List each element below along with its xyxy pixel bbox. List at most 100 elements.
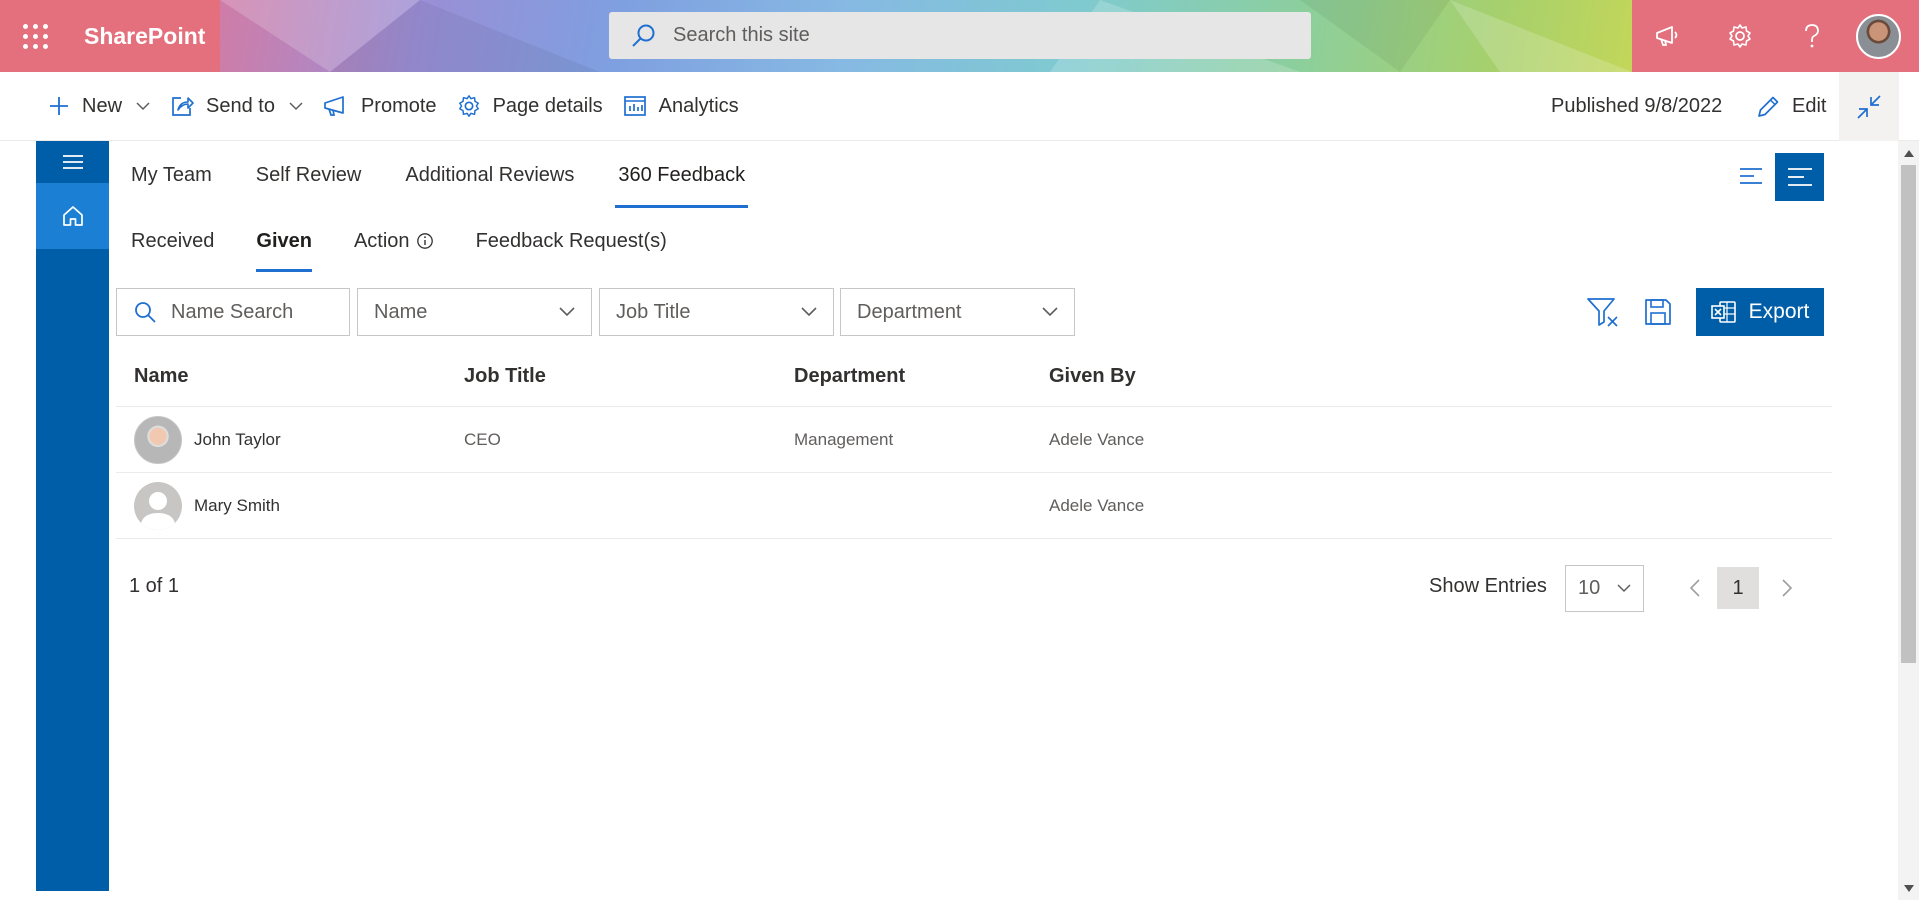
column-header-name[interactable]: Name bbox=[116, 365, 446, 388]
scroll-up-button[interactable] bbox=[1898, 141, 1919, 165]
main-tabs: My Team Self Review Additional Reviews 3… bbox=[131, 158, 789, 208]
person-photo-avatar bbox=[134, 415, 182, 464]
analytics-button[interactable]: Analytics bbox=[613, 72, 749, 141]
clear-filter-icon bbox=[1587, 298, 1618, 327]
export-button[interactable]: Export bbox=[1696, 288, 1824, 336]
cell-given-by: Adele Vance bbox=[1049, 429, 1145, 449]
collapse-content-button[interactable] bbox=[1839, 72, 1899, 141]
cell-given-by: Adele Vance bbox=[1049, 495, 1145, 515]
previous-page-button[interactable] bbox=[1675, 567, 1715, 609]
tab-additional-reviews[interactable]: Additional Reviews bbox=[405, 158, 574, 208]
column-header-given-by[interactable]: Given By bbox=[1031, 365, 1331, 388]
home-nav-button[interactable] bbox=[36, 183, 109, 249]
column-header-job-title[interactable]: Job Title bbox=[446, 365, 776, 388]
save-view-button[interactable] bbox=[1639, 293, 1677, 331]
pencil-icon bbox=[1758, 96, 1779, 117]
column-header-department[interactable]: Department bbox=[776, 365, 1031, 388]
show-entries-label: Show Entries bbox=[1429, 575, 1547, 597]
new-label: New bbox=[82, 94, 123, 117]
subtab-action-label: Action bbox=[353, 230, 410, 252]
person-name: John Taylor bbox=[194, 429, 281, 449]
generic-person-icon bbox=[134, 481, 182, 530]
tab-360-feedback[interactable]: 360 Feedback bbox=[615, 158, 748, 208]
scroll-thumb[interactable] bbox=[1901, 165, 1916, 663]
tab-my-team[interactable]: My Team bbox=[131, 158, 212, 208]
table-header: Name Job Title Department Given By bbox=[116, 347, 1832, 407]
feedback-given-table: Name Job Title Department Given By John … bbox=[116, 347, 1832, 539]
share-icon bbox=[172, 97, 194, 116]
subtab-feedback-requests-label: Feedback Request(s) bbox=[475, 230, 667, 252]
vertical-scrollbar[interactable] bbox=[1898, 141, 1919, 900]
clear-filters-button[interactable] bbox=[1584, 293, 1622, 331]
chevron-down-icon bbox=[1617, 584, 1631, 593]
plus-icon bbox=[50, 97, 68, 115]
align-left-icon bbox=[1787, 168, 1812, 186]
megaphone-button[interactable] bbox=[1632, 0, 1704, 72]
hamburger-icon bbox=[62, 155, 83, 169]
page-details-label: Page details bbox=[492, 94, 603, 117]
job-title-dropdown[interactable]: Job Title bbox=[599, 288, 834, 336]
search-icon bbox=[135, 302, 156, 323]
user-avatar-button[interactable] bbox=[1856, 13, 1901, 59]
subtab-feedback-requests[interactable]: Feedback Request(s) bbox=[476, 224, 667, 272]
tab-self-review[interactable]: Self Review bbox=[256, 158, 362, 208]
cell-department: Management bbox=[794, 429, 894, 449]
scroll-down-button[interactable] bbox=[1898, 876, 1919, 900]
caret-up-icon bbox=[1903, 149, 1914, 157]
excel-icon bbox=[1710, 301, 1736, 323]
page-details-button[interactable]: Page details bbox=[447, 72, 613, 141]
list-view-button[interactable] bbox=[1735, 153, 1767, 199]
table-row[interactable]: John Taylor CEO Management Adele Vance bbox=[116, 407, 1832, 473]
subtab-given-label: Given bbox=[256, 230, 312, 252]
new-button[interactable]: New bbox=[38, 72, 160, 141]
published-status: Published 9/8/2022 bbox=[1551, 95, 1723, 117]
name-search-box bbox=[116, 288, 350, 336]
subtab-given[interactable]: Given bbox=[256, 224, 312, 272]
app-left-rail bbox=[36, 141, 109, 891]
app-launcher-button[interactable] bbox=[0, 0, 70, 72]
chevron-down-icon bbox=[1042, 307, 1058, 317]
entries-per-page-value: 10 bbox=[1578, 577, 1601, 599]
site-search-placeholder: Search this site bbox=[673, 24, 810, 46]
edit-button[interactable]: Edit bbox=[1756, 72, 1826, 141]
site-search-box[interactable]: Search this site bbox=[609, 12, 1311, 59]
megaphone-icon bbox=[1656, 26, 1678, 46]
waffle-icon bbox=[22, 23, 48, 49]
promote-button[interactable]: Promote bbox=[313, 72, 447, 141]
next-page-button[interactable] bbox=[1767, 567, 1807, 609]
feedback-subtabs: Received Given Action Feedback Request(s… bbox=[131, 224, 709, 274]
question-mark-icon bbox=[1805, 24, 1819, 48]
search-icon bbox=[632, 24, 655, 47]
collapse-arrows-icon bbox=[1857, 94, 1881, 119]
gear-icon bbox=[458, 95, 479, 117]
subtab-received[interactable]: Received bbox=[131, 224, 214, 272]
subtab-action[interactable]: Action bbox=[354, 224, 434, 272]
table-row[interactable]: Mary Smith Adele Vance bbox=[116, 473, 1832, 539]
settings-button[interactable] bbox=[1704, 0, 1776, 72]
name-dropdown[interactable]: Name bbox=[357, 288, 592, 336]
info-icon bbox=[416, 233, 433, 249]
details-view-button[interactable] bbox=[1775, 153, 1824, 201]
suite-bar: SharePoint Search this site bbox=[0, 0, 1919, 72]
cell-job-title: CEO bbox=[464, 429, 501, 449]
name-dropdown-value: Name bbox=[374, 300, 428, 323]
align-left-icon bbox=[1740, 168, 1762, 184]
megaphone-icon bbox=[324, 96, 344, 116]
promote-label: Promote bbox=[360, 94, 437, 117]
person-name: Mary Smith bbox=[194, 495, 280, 515]
cell-name: Mary Smith bbox=[116, 481, 446, 530]
send-to-button[interactable]: Send to bbox=[160, 72, 313, 141]
sharepoint-brand-link[interactable]: SharePoint bbox=[70, 0, 220, 72]
hamburger-menu-button[interactable] bbox=[36, 141, 109, 183]
chevron-down-icon bbox=[289, 101, 303, 110]
name-search-input[interactable] bbox=[171, 300, 341, 324]
gear-icon bbox=[1729, 24, 1751, 48]
analytics-chart-icon bbox=[623, 96, 646, 116]
help-button[interactable] bbox=[1776, 0, 1848, 72]
page-number-button[interactable]: 1 bbox=[1717, 567, 1759, 609]
department-dropdown[interactable]: Department bbox=[840, 288, 1075, 336]
cell-name: John Taylor bbox=[116, 415, 446, 464]
page-count: 1 of 1 bbox=[129, 575, 180, 597]
caret-down-icon bbox=[1903, 884, 1914, 892]
entries-per-page-select[interactable]: 10 bbox=[1565, 565, 1644, 612]
